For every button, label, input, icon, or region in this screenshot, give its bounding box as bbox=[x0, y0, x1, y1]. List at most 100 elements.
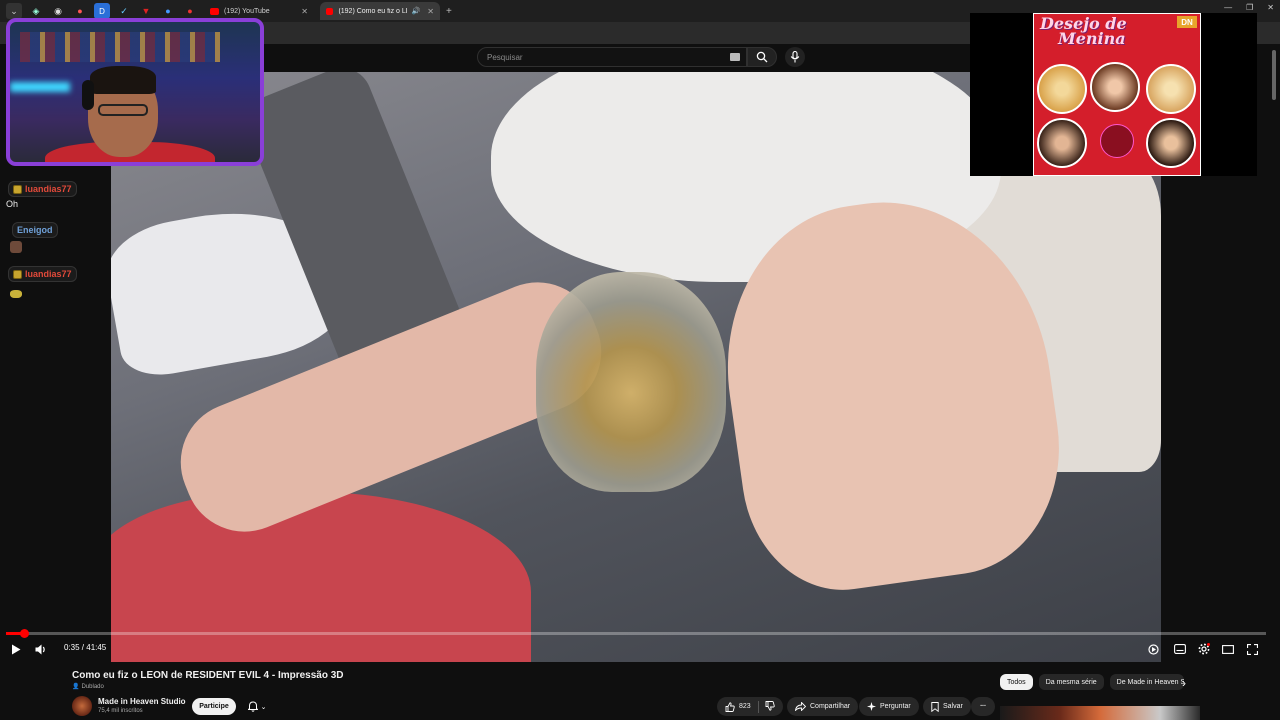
streamer-webcam-overlay bbox=[6, 18, 264, 166]
browser-window: ⌄ ◈ ◉ ● D ✓ ▼ ● ● (192) YouTube ✕ (192) … bbox=[0, 0, 1280, 720]
theater-mode-button[interactable] bbox=[1221, 641, 1235, 657]
scrubber-handle[interactable] bbox=[19, 629, 29, 638]
subscriber-count: 75,4 mil inscritos bbox=[98, 708, 143, 714]
page-scrollbar[interactable] bbox=[1272, 50, 1276, 100]
like-button[interactable]: 823 bbox=[725, 701, 751, 712]
pinned-tab[interactable]: ● bbox=[72, 3, 88, 19]
headset-icon bbox=[82, 80, 94, 110]
pinned-tab[interactable]: ◈ bbox=[28, 3, 44, 19]
fullscreen-button[interactable] bbox=[1245, 641, 1259, 657]
tab-list-button[interactable]: ⌄ bbox=[6, 3, 22, 19]
subscriber-badge-icon bbox=[13, 269, 22, 279]
minimize-icon[interactable]: — bbox=[1224, 3, 1232, 12]
dub-icon: 👤 bbox=[72, 684, 80, 690]
search-placeholder: Pesquisar bbox=[487, 52, 523, 62]
subscribed-bell-button[interactable]: ⌄ bbox=[240, 698, 274, 715]
new-tab-button[interactable]: + bbox=[446, 6, 452, 17]
chip-from-channel[interactable]: De Made in Heaven S bbox=[1109, 674, 1184, 690]
autoplay-icon bbox=[1147, 643, 1159, 655]
voice-search-button[interactable] bbox=[785, 47, 805, 67]
video-title: Como eu fiz o LEON de RESIDENT EVIL 4 - … bbox=[72, 670, 344, 681]
like-count: 823 bbox=[739, 703, 751, 710]
more-actions-button[interactable]: ... bbox=[971, 697, 995, 716]
album-center-disc bbox=[1100, 124, 1134, 158]
album-portrait bbox=[1146, 118, 1196, 168]
streamer-glasses bbox=[98, 104, 148, 116]
join-button[interactable]: Participe bbox=[192, 698, 236, 715]
subtitles-icon bbox=[1174, 644, 1186, 654]
subtitles-button[interactable] bbox=[1173, 641, 1187, 657]
search-input[interactable]: Pesquisar bbox=[477, 47, 747, 67]
gear-icon bbox=[1198, 643, 1210, 655]
album-cover: Desejo de Menina DN bbox=[1033, 13, 1201, 176]
chat-message: Oh bbox=[6, 199, 19, 209]
youtube-icon bbox=[210, 7, 219, 15]
share-button[interactable]: Compartilhar bbox=[787, 697, 859, 716]
share-label: Compartilhar bbox=[810, 703, 851, 710]
album-portrait bbox=[1037, 64, 1087, 114]
keyboard-icon[interactable] bbox=[730, 53, 740, 61]
album-portrait bbox=[1037, 118, 1087, 168]
video-frame-content bbox=[536, 272, 726, 492]
chevron-right-icon[interactable]: › bbox=[1182, 676, 1186, 690]
maximize-icon[interactable]: ❐ bbox=[1246, 3, 1253, 12]
chip-all[interactable]: Todos bbox=[1000, 674, 1033, 690]
chat-username: Eneigod bbox=[12, 222, 58, 238]
album-logo-badge: DN bbox=[1177, 16, 1197, 28]
close-window-icon[interactable]: ✕ bbox=[1267, 3, 1274, 12]
bell-icon bbox=[247, 701, 258, 712]
recommendation-filter-chips: Todos Da mesma série De Made in Heaven S bbox=[1000, 674, 1190, 690]
like-dislike-group: 823 bbox=[717, 697, 783, 716]
settings-button[interactable] bbox=[1197, 641, 1211, 657]
dislike-button[interactable] bbox=[765, 700, 775, 713]
pinned-tab[interactable]: ● bbox=[160, 3, 176, 19]
autoplay-toggle[interactable] bbox=[1146, 641, 1160, 657]
pinned-tab[interactable]: ✓ bbox=[116, 3, 132, 19]
close-tab-icon[interactable]: ✕ bbox=[427, 7, 434, 16]
search-icon bbox=[756, 51, 768, 63]
microphone-icon bbox=[790, 51, 800, 63]
mute-button[interactable] bbox=[34, 641, 48, 657]
tab-current-video[interactable]: (192) Como eu fiz o LEON 🔊 ✕ bbox=[320, 2, 440, 20]
webcam-background bbox=[20, 32, 220, 62]
album-portrait bbox=[1090, 62, 1140, 112]
time-display: 0:35 / 41:45 bbox=[64, 643, 107, 652]
save-button[interactable]: Salvar bbox=[923, 697, 971, 716]
pinned-tab[interactable]: D bbox=[94, 3, 110, 19]
chat-emote-icon bbox=[10, 241, 22, 253]
tab-label: (192) YouTube bbox=[224, 7, 270, 15]
search-button[interactable] bbox=[747, 47, 777, 67]
youtube-icon bbox=[326, 7, 334, 15]
ask-button[interactable]: Perguntar bbox=[859, 697, 919, 716]
thumbs-down-icon bbox=[765, 700, 775, 711]
video-progress-bar[interactable] bbox=[6, 629, 1266, 638]
dubbed-badge: 👤 Dublado bbox=[72, 683, 104, 691]
save-label: Salvar bbox=[943, 703, 963, 710]
recommended-video-thumbnail[interactable] bbox=[1000, 706, 1200, 720]
chip-same-series[interactable]: Da mesma série bbox=[1038, 674, 1104, 690]
thumbs-up-icon bbox=[725, 701, 735, 712]
tab-label: (192) Como eu fiz o LEON bbox=[338, 7, 406, 15]
chat-username: luandias77 bbox=[8, 266, 77, 282]
theater-icon bbox=[1222, 644, 1234, 654]
pinned-tab[interactable]: ● bbox=[182, 3, 198, 19]
channel-avatar[interactable] bbox=[72, 696, 92, 716]
webcam-background bbox=[10, 82, 70, 92]
channel-name[interactable]: Made in Heaven Studio bbox=[98, 697, 186, 706]
window-controls: — ❐ ✕ bbox=[1224, 3, 1274, 12]
bookmark-icon bbox=[931, 701, 939, 712]
video-frame-content bbox=[111, 492, 531, 662]
play-button[interactable] bbox=[10, 641, 22, 657]
pinned-tab[interactable]: ▼ bbox=[138, 3, 154, 19]
play-icon bbox=[12, 644, 21, 654]
chat-username: luandias77 bbox=[8, 181, 77, 197]
streamer-hair bbox=[90, 66, 156, 94]
volume-icon bbox=[35, 644, 45, 654]
album-portrait bbox=[1146, 64, 1196, 114]
subscriber-badge-icon bbox=[13, 184, 22, 194]
ask-label: Perguntar bbox=[880, 703, 911, 710]
sparkle-icon bbox=[867, 702, 876, 711]
chat-emote-icon bbox=[10, 290, 22, 298]
close-tab-icon[interactable]: ✕ bbox=[301, 7, 308, 16]
pinned-tab[interactable]: ◉ bbox=[50, 3, 66, 19]
